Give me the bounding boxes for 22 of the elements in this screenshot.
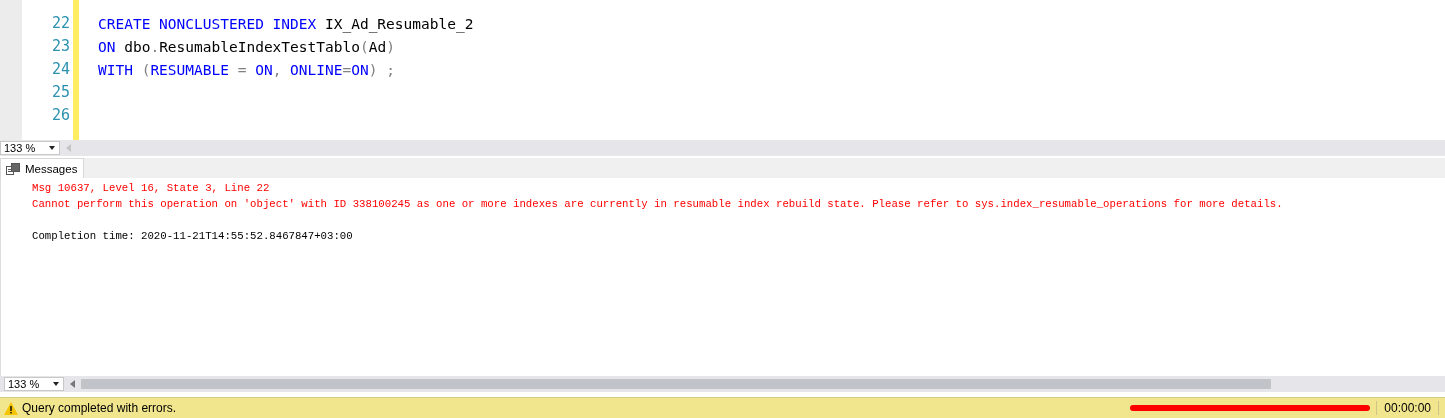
zoom-dropdown[interactable]: 133 % — [0, 141, 60, 155]
caret-icon — [49, 146, 55, 150]
error-message: Msg 10637, Level 16, State 3, Line 22 — [32, 181, 271, 196]
error-message: Cannot perform this operation on 'object' with ID 338100245 as one or more indexes are currently in resumable index rebuild state. Please refer to sys.index_resumable_operations for more details. — [32, 197, 1284, 212]
zoom-dropdown[interactable]: 133 % — [4, 377, 64, 391]
code-line: ON dbo.ResumableIndexTestTablo(Ad) — [98, 38, 395, 55]
code-line: WITH (RESUMABLE = ON, ONLINE=ON) ; — [98, 61, 395, 78]
caret-icon — [53, 382, 59, 386]
warning-icon — [4, 401, 18, 415]
elapsed-time: 00:00:00 — [1384, 401, 1431, 415]
line-number: 25 — [51, 82, 70, 103]
messages-icon — [6, 162, 20, 175]
message-text: Completion time: 2020-11-21T14:55:52.8467847+03:00 — [32, 229, 354, 244]
messages-tab[interactable]: Messages — [0, 158, 85, 178]
line-number: 22 — [51, 13, 70, 34]
scrollbar-thumb[interactable] — [81, 379, 1271, 389]
line-number: 26 — [51, 105, 70, 126]
code-line: CREATE NONCLUSTERED INDEX IX_Ad_Resumable_2 — [98, 15, 474, 32]
line-number: 23 — [51, 36, 70, 57]
scroll-left-icon[interactable] — [70, 380, 75, 388]
line-number: 24 — [51, 59, 70, 80]
status-message: Query completed with errors. — [22, 401, 177, 415]
